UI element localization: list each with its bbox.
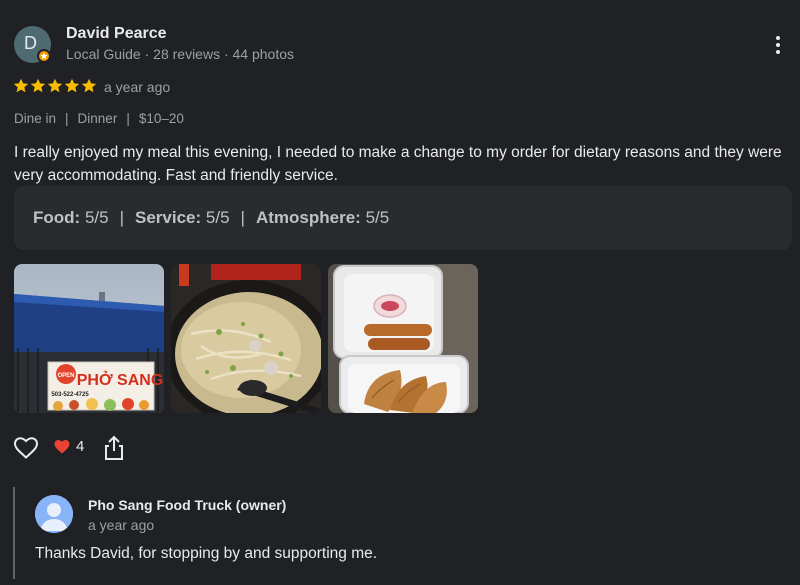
share-icon	[105, 435, 123, 460]
reaction-count[interactable]: 4	[54, 438, 84, 455]
visit-tags: Dine in | Dinner | $10–20	[14, 111, 184, 126]
tag-separator: |	[126, 111, 130, 126]
star-icon	[30, 78, 46, 93]
avatar-initial: D	[24, 33, 37, 53]
review-photo-food-truck[interactable]: OPEN PHỞ SANG 503-522-4725	[14, 264, 164, 413]
tag-price: $10–20	[138, 111, 184, 126]
review-time: a year ago	[104, 79, 171, 95]
star-rating	[13, 78, 97, 94]
more-options-icon[interactable]	[768, 34, 788, 56]
star-icon	[64, 78, 80, 93]
tag-service-type: Dine in	[14, 111, 57, 126]
owner-reply-time: a year ago	[88, 517, 155, 533]
star-icon	[81, 78, 97, 93]
spring-rolls-dumplings-photo	[328, 264, 478, 413]
reaction-count-value: 4	[76, 438, 85, 455]
service-rating-value: 5/5	[205, 208, 230, 227]
sign-open-text: OPEN	[57, 373, 74, 379]
owner-avatar[interactable]	[35, 495, 73, 533]
reply-divider	[13, 487, 15, 579]
pho-bowl-photo	[171, 264, 321, 413]
food-truck-photo: OPEN PHỞ SANG 503-522-4725	[14, 264, 164, 413]
heart-outline-icon	[13, 437, 39, 459]
sign-phone-text: 503-522-4725	[51, 392, 89, 398]
reviewer-name[interactable]: David Pearce	[66, 25, 167, 43]
food-rating-value: 5/5	[84, 208, 109, 227]
atmosphere-rating-label: Atmosphere:	[255, 208, 361, 227]
owner-name: Pho Sang Food Truck (owner)	[88, 497, 287, 513]
sign-brand-text: PHỞ SANG	[77, 370, 164, 389]
tag-separator: |	[65, 111, 69, 126]
atmosphere-rating-value: 5/5	[365, 208, 390, 227]
share-button[interactable]	[103, 435, 125, 461]
star-icon	[13, 78, 29, 93]
rating-separator: |	[119, 208, 124, 227]
review-text: I really enjoyed my meal this evening, I…	[14, 144, 782, 184]
food-rating-label: Food:	[33, 208, 81, 227]
tag-meal-type: Dinner	[77, 111, 118, 126]
rating-separator: |	[240, 208, 245, 227]
review-photo-spring-rolls[interactable]	[328, 264, 478, 413]
sub-ratings-box: Food: 5/5 | Service: 5/5 | Atmosphere: 5…	[14, 186, 792, 250]
reviewer-meta: Local Guide · 28 reviews · 44 photos	[66, 46, 295, 62]
star-icon	[47, 78, 63, 93]
like-button[interactable]	[13, 436, 39, 460]
person-avatar-icon	[35, 495, 73, 533]
service-rating-label: Service:	[135, 208, 202, 227]
local-guide-badge-icon	[37, 49, 51, 63]
review-photo-pho-bowl[interactable]	[171, 264, 321, 413]
owner-reply-text: Thanks David, for stopping by and suppor…	[35, 545, 378, 562]
heart-red-icon	[54, 439, 70, 453]
